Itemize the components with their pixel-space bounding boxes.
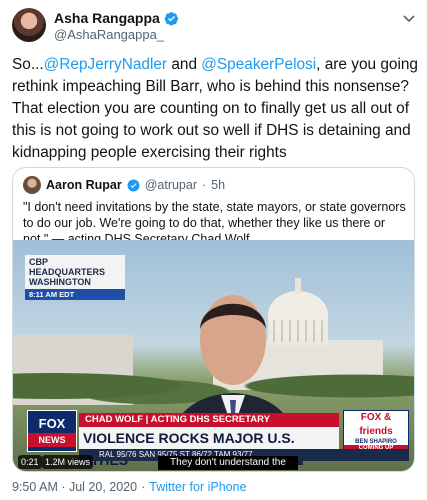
quoted-tweet[interactable]: Aaron Rupar @atrupar · 5h "I don't need … — [12, 167, 415, 472]
location-title: CBP HEADQUARTERS WASHINGTON — [25, 255, 125, 289]
mention-link[interactable]: @RepJerryNadler — [44, 56, 167, 73]
tweet-timestamp[interactable]: 9:50 AM · Jul 20, 2020 — [12, 480, 137, 494]
video-player[interactable]: CBP HEADQUARTERS WASHINGTON 8:11 AM EDT … — [13, 240, 414, 471]
video-elapsed-time: 0:21 — [18, 455, 42, 469]
tweet-text-prefix: So... — [12, 56, 44, 73]
separator-dot: · — [202, 178, 207, 192]
quoted-tweet-time: 5h — [211, 178, 226, 192]
speaker-nameplate: CHAD WOLF | ACTING DHS SECRETARY — [79, 413, 339, 427]
network-logo: FOX NEWS — [27, 410, 77, 452]
source-app-link[interactable]: Twitter for iPhone — [149, 480, 246, 494]
mention-link[interactable]: @SpeakerPelosi — [201, 56, 316, 73]
author-avatar[interactable] — [12, 8, 46, 42]
show-promo: FOX & friends BEN SHAPIRO COMING UP — [343, 410, 409, 452]
location-time: 8:11 AM EDT — [25, 289, 125, 300]
location-bug: CBP HEADQUARTERS WASHINGTON 8:11 AM EDT — [25, 255, 125, 300]
quoted-author-name: Aaron Rupar — [46, 178, 122, 192]
promo-logo: FOX & friends — [359, 412, 393, 437]
verified-badge-icon — [127, 179, 140, 191]
quoted-tweet-header: Aaron Rupar @atrupar · 5h — [23, 176, 225, 194]
tweet-footer: 9:50 AM · Jul 20, 2020 · Twitter for iPh… — [12, 480, 247, 494]
author-name-row: Asha Rangappa — [54, 10, 179, 26]
network-logo-text: FOX — [38, 416, 66, 431]
separator-dot: · — [141, 480, 146, 494]
news-headline: VIOLENCE ROCKS MAJOR U.S. CITIES — [79, 427, 339, 468]
chevron-down-icon[interactable] — [401, 10, 417, 26]
tweet-card: Asha Rangappa @AshaRangappa_ So...@RepJe… — [0, 0, 427, 500]
quoted-author-avatar — [23, 176, 41, 194]
author-name[interactable]: Asha Rangappa — [54, 10, 160, 26]
video-view-count: 1.2M views — [42, 455, 94, 469]
network-logo-sub: NEWS — [28, 433, 76, 447]
tweet-text: So...@RepJerryNadler and @SpeakerPelosi,… — [12, 54, 420, 164]
author-handle[interactable]: @AshaRangappa_ — [54, 27, 164, 42]
lower-third: FOX NEWS CHAD WOLF | ACTING DHS SECRETAR… — [13, 408, 414, 471]
quoted-author-handle: @atrupar — [144, 178, 197, 192]
tweet-text-mid: and — [167, 56, 202, 73]
closed-caption: They don't understand the — [158, 456, 298, 470]
verified-badge-icon — [164, 11, 178, 26]
